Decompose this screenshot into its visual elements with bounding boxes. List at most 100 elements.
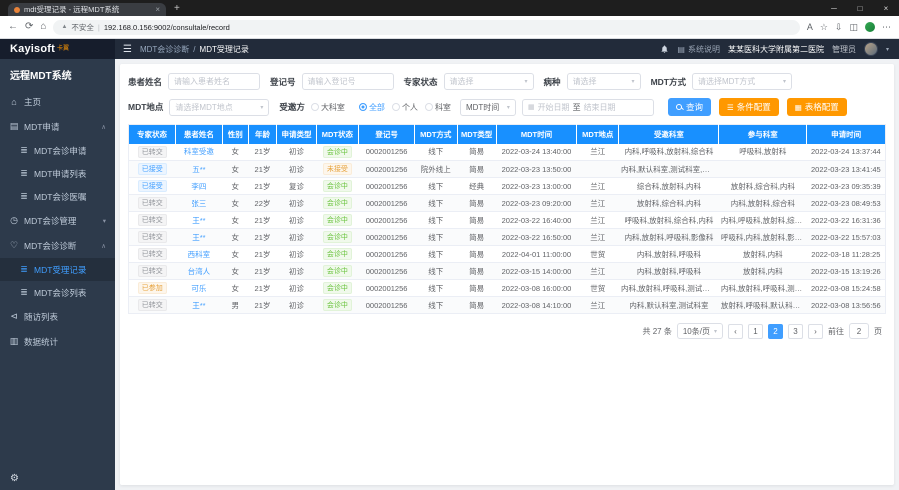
patient-link[interactable]: 科室受邀 (184, 147, 214, 156)
date-range-separator: 至 (573, 102, 581, 113)
tab-close-icon[interactable]: × (155, 5, 160, 14)
table-row[interactable]: 已转交王**女21岁初诊会诊中0002001256线下简易2022-03-22 … (129, 229, 886, 246)
condition-config-button[interactable]: ☰ 条件配置 (719, 98, 779, 116)
patient-link[interactable]: 李四 (191, 182, 206, 191)
browser-menu-icon[interactable]: ⋯ (882, 23, 891, 32)
patient-name-input[interactable]: 请输入患者姓名 (168, 73, 260, 90)
sidebar-subitem[interactable]: ≣MDT受理记录 (0, 258, 115, 281)
table-row[interactable]: 已转交科室受邀女21岁初诊会诊中0002001256线下简易2022-03-24… (129, 144, 886, 161)
sidebar-item-mdt-diagnose[interactable]: ♡MDT会诊诊断∧ (0, 233, 115, 258)
download-icon[interactable]: ⇩ (835, 23, 843, 32)
reg-no-input[interactable]: 请输入登记号 (302, 73, 394, 90)
table-row[interactable]: 已转交西科室女21岁初诊会诊中0002001256线下简易2022-04-01 … (129, 246, 886, 263)
browser-tab[interactable]: mdt受理记录 - 远程MDT系统 × (8, 3, 166, 16)
status-tag: 已转交 (138, 146, 167, 158)
mdt-place-placeholder: 请选择MDT地点 (175, 102, 232, 113)
back-icon[interactable]: ← (8, 22, 18, 32)
system-doc-item[interactable]: ▤ 系统说明 (677, 44, 720, 55)
sidebar-subitem-label: MDT申请列表 (34, 168, 86, 180)
sidebar-subitem[interactable]: ≣MDT会诊申请 (0, 139, 115, 162)
status-tag: 已转交 (138, 214, 167, 226)
cell-gender: 女 (222, 229, 248, 246)
sidebar-subitem[interactable]: ≣ MDT申请列表 (0, 162, 115, 185)
table-row[interactable]: 已接受李四女21岁复诊会诊中0002001256线下经典2022-03-23 1… (129, 178, 886, 195)
table-header-row: 专家状态患者姓名性别年龄申请类型MDT状态登记号MDT方式MDT类型MDT时间M… (129, 125, 886, 144)
hamburger-icon[interactable]: ☰ (123, 44, 132, 55)
patient-link[interactable]: 可乐 (191, 284, 206, 293)
table-row[interactable]: 已转交张三女22岁初诊会诊中0002001256线下简易2022-03-23 0… (129, 195, 886, 212)
sidebar-item-mdt-apply[interactable]: ▤MDT申请∧ (0, 114, 115, 139)
table-header-cell-reg_no: 登记号 (359, 125, 415, 144)
list-icon: ≣ (19, 168, 29, 179)
breadcrumb-parent[interactable]: MDT会诊诊断 (140, 44, 189, 55)
patient-link[interactable]: 西科室 (188, 250, 211, 259)
bell-icon[interactable] (660, 44, 669, 54)
next-page-button[interactable]: › (808, 324, 823, 339)
search-button[interactable]: 查询 (668, 98, 711, 116)
new-tab-button[interactable]: + (174, 3, 180, 14)
cell-invited: 内科,默认科室,测试科室,放射科 (619, 161, 719, 178)
patient-link[interactable]: 五** (192, 165, 205, 174)
mdt-mode-select[interactable]: 请选择MDT方式 ▾ (692, 73, 792, 90)
patient-link[interactable]: 王** (192, 233, 205, 242)
refresh-icon[interactable]: ⟳ (25, 22, 33, 32)
sidebar-subitem-label: MDT会诊列表 (34, 287, 86, 299)
table-row[interactable]: 已参加可乐女21岁初诊会诊中0002001256线下简易2022-03-08 1… (129, 280, 886, 297)
cell-mdt_status: 会诊中 (316, 246, 358, 263)
disease-select[interactable]: 请选择 ▾ (567, 73, 641, 90)
status-tag: 已转交 (138, 299, 167, 311)
table-config-button[interactable]: ▦ 表格配置 (787, 98, 847, 116)
close-button[interactable]: × (873, 4, 899, 13)
radio-personal[interactable]: 个人 (392, 102, 418, 113)
cell-mdt_time: 2022-03-23 13:00:00 (496, 178, 576, 195)
table-row[interactable]: 已转交王**女21岁初诊会诊中0002001256线下简易2022-03-22 … (129, 212, 886, 229)
patient-link[interactable]: 台湾人 (188, 267, 211, 276)
date-range-picker[interactable]: ▦ 开始日期 至 结束日期 (522, 99, 654, 116)
radio-label: 大科室 (321, 102, 345, 113)
patient-link[interactable]: 王** (192, 301, 205, 310)
page-size-select[interactable]: 10条/页 ▾ (677, 323, 723, 339)
address-bar[interactable]: ▲ 不安全 | 192.168.0.156:9002/consultale/re… (53, 20, 799, 35)
table-header-cell-joined: 参与科室 (719, 125, 807, 144)
radio-department[interactable]: 科室 (425, 102, 451, 113)
sidebar-item-home[interactable]: ⌂主页 (0, 89, 115, 114)
minimize-button[interactable]: ─ (821, 4, 847, 13)
sidebar-subitem[interactable]: ≣MDT会诊列表 (0, 281, 115, 304)
page-button-3[interactable]: 3 (788, 324, 803, 339)
sidebar-subitem[interactable]: ≣MDT会诊医嘱 (0, 185, 115, 208)
chevron-down-icon[interactable]: ▾ (886, 46, 889, 53)
table-row[interactable]: 已转交台湾人女21岁初诊会诊中0002001256线下简易2022-03-15 … (129, 263, 886, 280)
sidebar-item-label: MDT会诊管理 (24, 215, 76, 227)
patient-link[interactable]: 张三 (191, 199, 206, 208)
sidebar-item-mdt-manage[interactable]: ◷MDT会诊管理▾ (0, 208, 115, 233)
radio-big-department[interactable]: 大科室 (311, 102, 345, 113)
translate-icon[interactable]: A (807, 23, 813, 32)
expert-status-select[interactable]: 请选择 ▾ (444, 73, 534, 90)
user-avatar[interactable] (864, 42, 878, 56)
sidebar-item-statistics[interactable]: ▥数据统计 (0, 329, 115, 354)
radio-all[interactable]: 全部 (359, 102, 385, 113)
sidebar-item-follow-up[interactable]: ⊲随访列表 (0, 304, 115, 329)
cell-reg_no: 0002001256 (359, 212, 415, 229)
settings-gear-icon[interactable]: ⚙ (10, 473, 19, 484)
page-button-1[interactable]: 1 (748, 324, 763, 339)
cell-mdt_place: 兰江 (577, 297, 619, 314)
cell-mdt_place: 兰江 (577, 144, 619, 161)
sidebar-item-label: MDT申请 (24, 121, 59, 133)
table-row[interactable]: 已转交王**男21岁初诊会诊中0002001256线下简易2022-03-08 … (129, 297, 886, 314)
prev-page-button[interactable]: ‹ (728, 324, 743, 339)
browser-profile-avatar[interactable] (865, 22, 875, 32)
table-row[interactable]: 已接受五**女21岁初诊未接受0002001256院外线上简易2022-03-2… (129, 161, 886, 178)
extensions-icon[interactable]: ◫ (849, 23, 858, 32)
goto-page-input[interactable]: 2 (849, 323, 869, 339)
home-icon[interactable]: ⌂ (40, 22, 46, 32)
cell-reg_no: 0002001256 (359, 229, 415, 246)
mdt-place-select[interactable]: 请选择MDT地点 ▾ (169, 99, 269, 116)
status-tag: 未接受 (323, 163, 352, 175)
cell-gender: 女 (222, 280, 248, 297)
maximize-button[interactable]: □ (847, 4, 873, 13)
favorite-icon[interactable]: ☆ (820, 23, 828, 32)
time-type-select[interactable]: MDT时间 ▾ (460, 99, 516, 116)
patient-link[interactable]: 王** (192, 216, 205, 225)
page-button-2[interactable]: 2 (768, 324, 783, 339)
